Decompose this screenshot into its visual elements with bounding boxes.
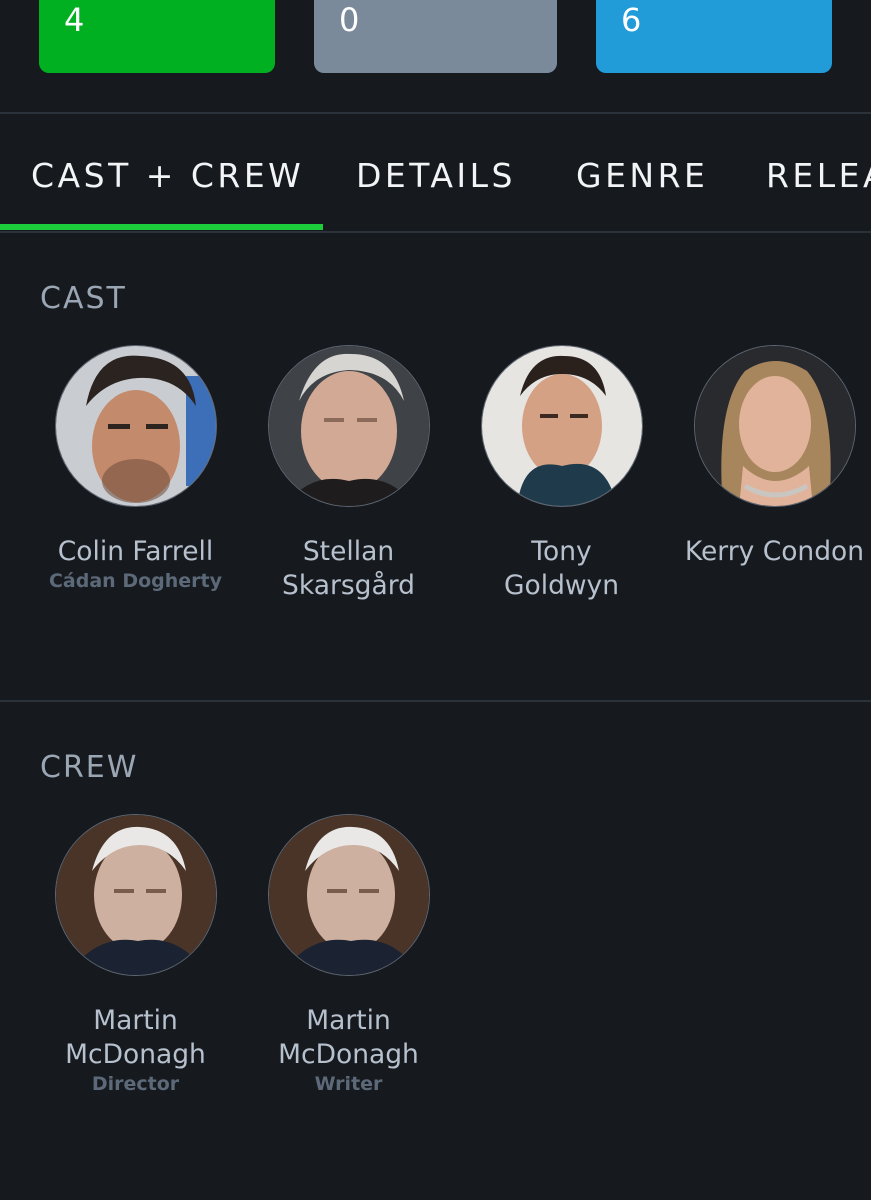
person-role: Director xyxy=(91,1073,180,1095)
tab-bar: CAST + CREW DETAILS GENRE RELEA xyxy=(0,116,871,232)
blue-count-button[interactable]: 6 xyxy=(596,0,832,73)
crew-section-title: CREW xyxy=(40,750,139,785)
avatar xyxy=(693,345,856,507)
avatar xyxy=(267,345,430,507)
avatar xyxy=(267,814,430,976)
person-name: Martin McDonagh xyxy=(278,1005,419,1070)
person-name: Kerry Condon xyxy=(684,536,865,567)
crew-member[interactable]: Martin McDonagh Writer xyxy=(242,814,455,1096)
tab-releases[interactable]: RELEA xyxy=(766,156,871,195)
green-count-button[interactable]: 4 xyxy=(39,0,275,73)
avatar xyxy=(54,814,217,976)
film-page: 4 0 6 CAST + CREW DETAILS GENRE RELEA CA… xyxy=(0,0,871,1200)
person-name: Tony Goldwyn xyxy=(503,536,620,601)
cast-member[interactable]: Stellan Skarsgård xyxy=(242,345,455,603)
avatar xyxy=(54,345,217,507)
avatar xyxy=(480,345,643,507)
cast-section-title: CAST xyxy=(40,281,127,316)
tab-cast-crew[interactable]: CAST + CREW xyxy=(31,156,304,195)
cast-member[interactable]: Tony Goldwyn xyxy=(455,345,668,603)
person-name: Colin Farrell xyxy=(57,536,214,567)
divider xyxy=(0,112,871,114)
section-divider xyxy=(0,700,871,702)
cast-member[interactable]: Kerry Condon xyxy=(668,345,871,569)
person-name: Stellan Skarsgård xyxy=(282,536,415,601)
tab-details[interactable]: DETAILS xyxy=(356,156,516,195)
person-role: Writer xyxy=(314,1073,383,1095)
person-role: Cádan Dogherty xyxy=(48,570,222,592)
crew-member[interactable]: Martin McDonagh Director xyxy=(29,814,242,1096)
tab-genre[interactable]: GENRE xyxy=(576,156,708,195)
active-tab-indicator xyxy=(0,224,323,230)
cast-member[interactable]: Colin Farrell Cádan Dogherty xyxy=(29,345,242,593)
person-name: Martin McDonagh xyxy=(65,1005,206,1070)
tab-bar-divider xyxy=(0,231,871,233)
grey-count-button[interactable]: 0 xyxy=(314,0,557,73)
